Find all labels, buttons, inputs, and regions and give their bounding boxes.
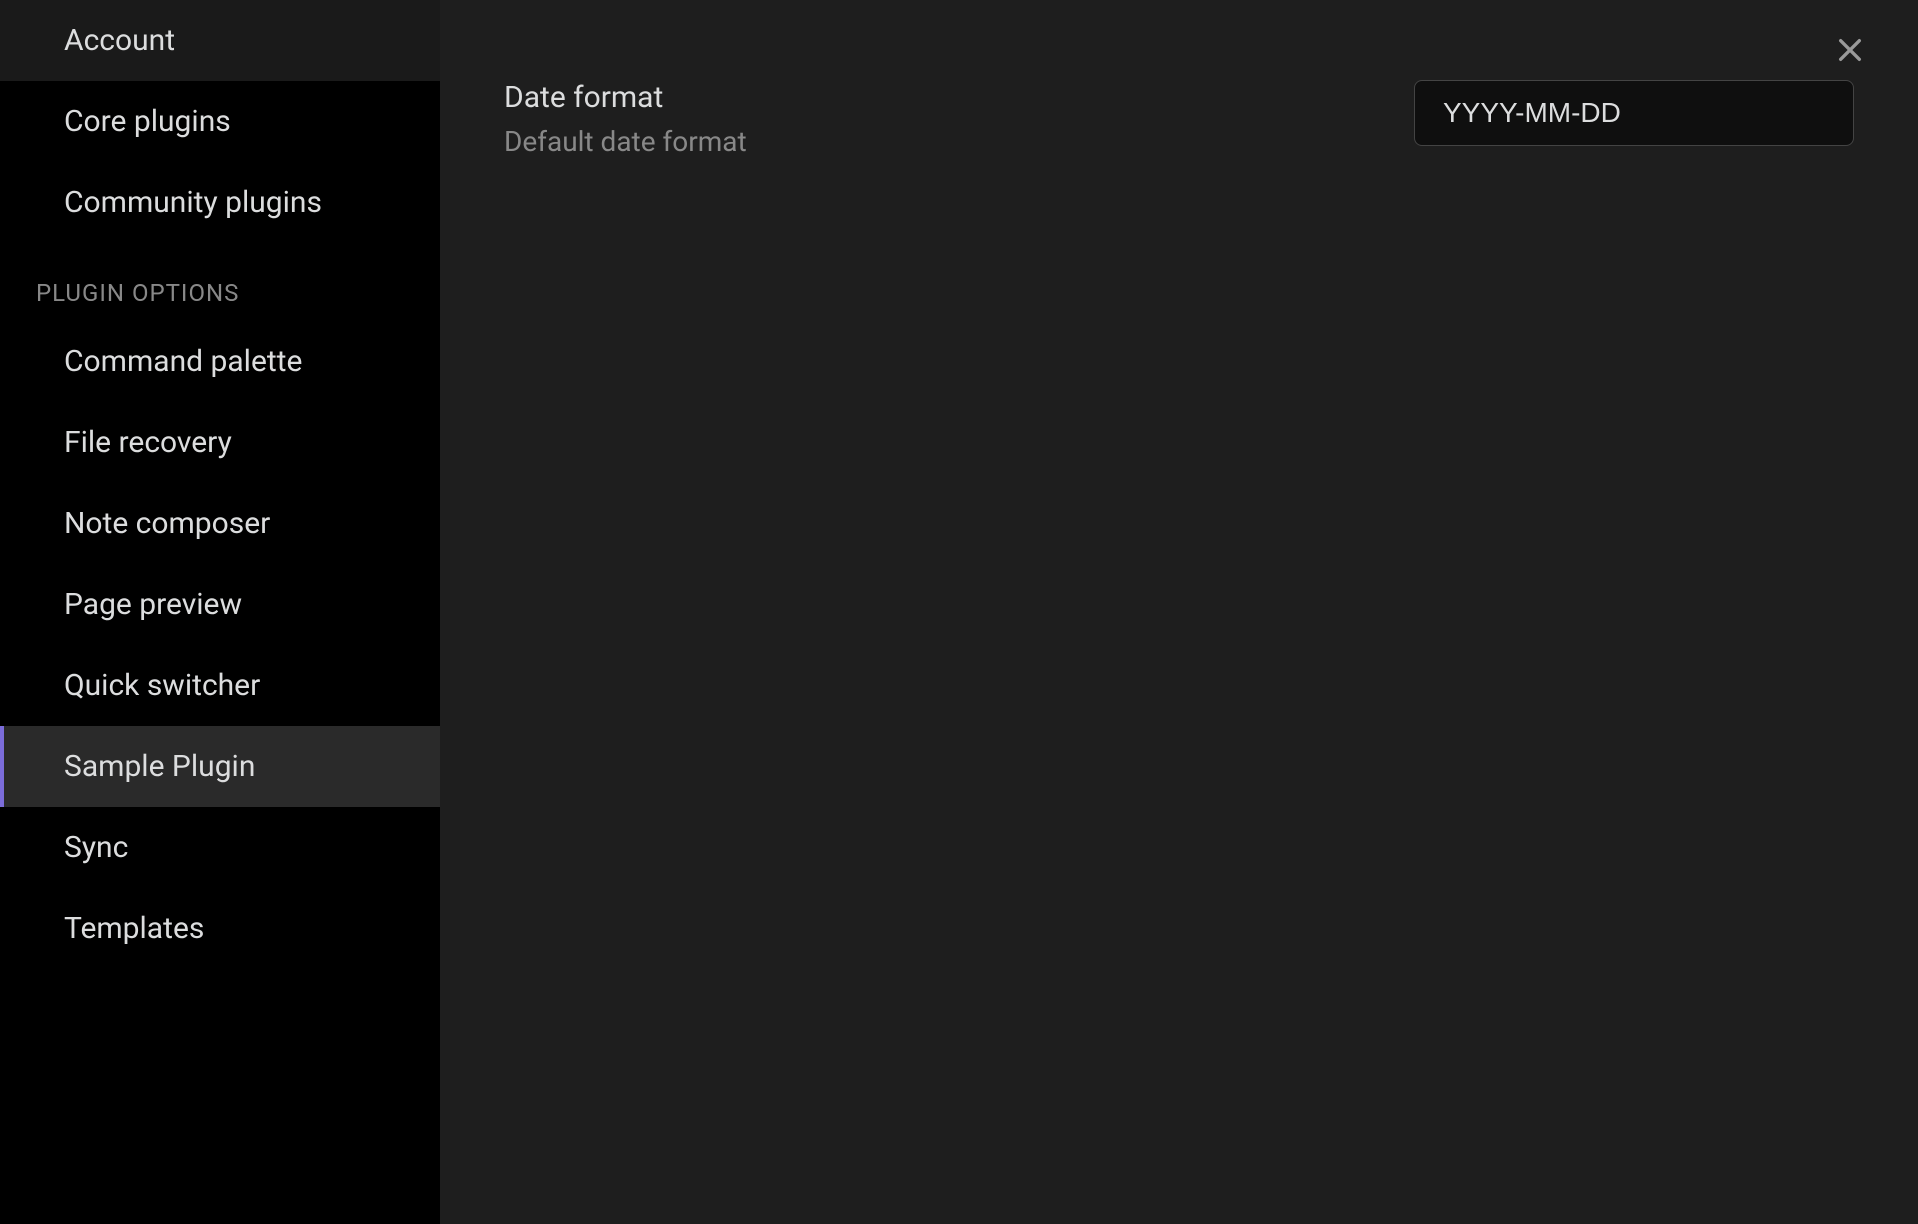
sidebar-item-templates[interactable]: Templates: [0, 888, 440, 969]
sidebar-item-quick-switcher[interactable]: Quick switcher: [0, 645, 440, 726]
sidebar-item-community-plugins[interactable]: Community plugins: [0, 162, 440, 243]
sidebar-item-label: File recovery: [64, 425, 232, 460]
sidebar-item-command-palette[interactable]: Command palette: [0, 321, 440, 402]
sidebar-item-label: Core plugins: [64, 104, 231, 139]
sidebar-item-account[interactable]: Account: [0, 0, 440, 81]
sidebar-item-label: Account: [64, 23, 175, 58]
setting-description: Default date format: [504, 125, 1374, 158]
close-icon: [1834, 34, 1866, 70]
sidebar-item-core-plugins[interactable]: Core plugins: [0, 81, 440, 162]
date-format-input[interactable]: [1414, 80, 1854, 146]
settings-sidebar: Account Core plugins Community plugins P…: [0, 0, 440, 1224]
sidebar-item-sample-plugin[interactable]: Sample Plugin: [0, 726, 440, 807]
sidebar-item-page-preview[interactable]: Page preview: [0, 564, 440, 645]
sidebar-item-label: Community plugins: [64, 185, 322, 220]
sidebar-item-sync[interactable]: Sync: [0, 807, 440, 888]
sidebar-item-label: Templates: [64, 911, 204, 946]
setting-info: Date format Default date format: [504, 80, 1374, 158]
setting-title: Date format: [504, 80, 1374, 115]
sidebar-item-note-composer[interactable]: Note composer: [0, 483, 440, 564]
sidebar-item-label: Sample Plugin: [64, 749, 255, 784]
sidebar-item-file-recovery[interactable]: File recovery: [0, 402, 440, 483]
sidebar-item-label: Note composer: [64, 506, 270, 541]
sidebar-item-label: Page preview: [64, 587, 242, 622]
close-button[interactable]: [1826, 28, 1874, 76]
sidebar-item-label: Quick switcher: [64, 668, 260, 703]
sidebar-section-label: PLUGIN OPTIONS: [36, 279, 239, 307]
sidebar-item-label: Command palette: [64, 344, 302, 379]
sidebar-item-label: Sync: [64, 830, 128, 865]
setting-row-date-format: Date format Default date format: [504, 80, 1854, 158]
settings-content: Date format Default date format: [440, 0, 1918, 1224]
sidebar-section-header: PLUGIN OPTIONS: [0, 243, 440, 321]
